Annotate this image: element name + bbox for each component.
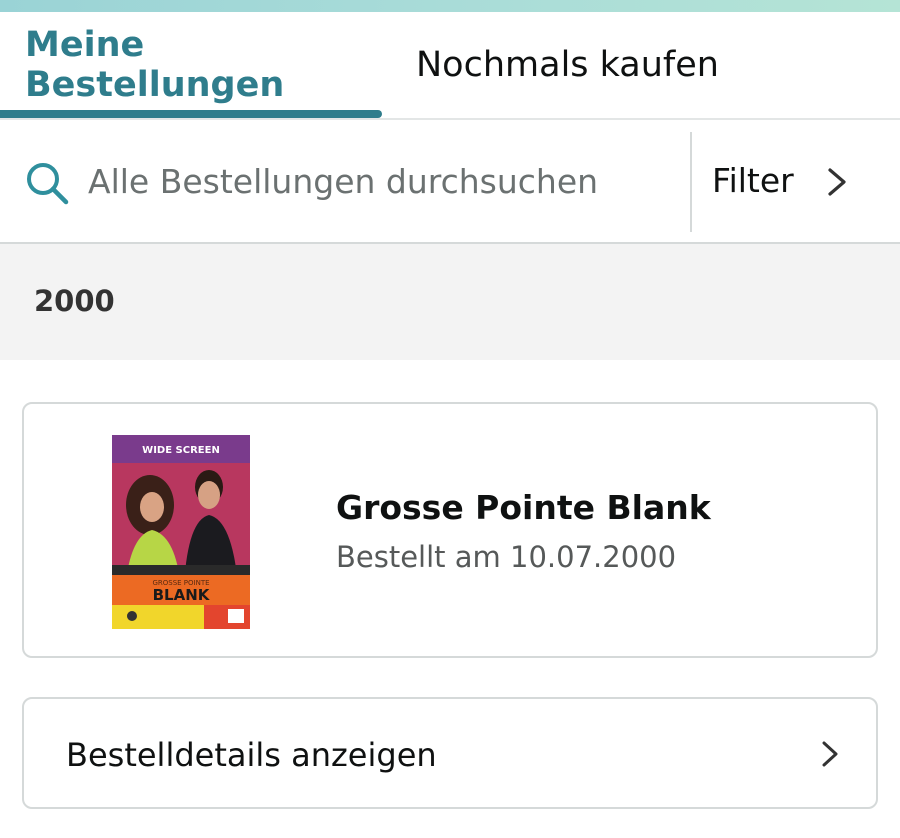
order-date: Bestellt am 10.07.2000 <box>336 540 677 574</box>
search-input[interactable] <box>88 150 678 212</box>
chevron-right-icon <box>822 741 838 767</box>
top-accent-bar <box>0 0 900 12</box>
cover-banner: WIDE SCREEN <box>142 445 220 456</box>
search-row: Filter <box>0 120 900 244</box>
order-tabs: Meine Bestellungen Nochmals kaufen <box>0 12 900 120</box>
year-label: 2000 <box>34 284 115 318</box>
active-tab-indicator <box>0 110 382 118</box>
filter-button[interactable]: Filter <box>692 120 900 242</box>
view-order-details-button[interactable]: Bestelldetails anzeigen <box>22 697 878 809</box>
view-order-details-label: Bestelldetails anzeigen <box>66 736 437 774</box>
product-title: Grosse Pointe Blank <box>336 488 711 527</box>
cover-title-line2: BLANK <box>153 586 211 604</box>
search-icon[interactable] <box>24 160 70 206</box>
tab-buy-again-label: Nochmals kaufen <box>416 45 719 85</box>
chevron-right-icon <box>828 168 846 196</box>
tab-my-orders[interactable]: Meine Bestellungen <box>25 12 382 118</box>
order-item-card[interactable]: WIDE SCREEN GROSSE POINTE BLANK Grosse P… <box>22 402 878 658</box>
tab-buy-again[interactable]: Nochmals kaufen <box>416 12 719 118</box>
year-group-header: 2000 <box>0 244 900 360</box>
filter-label: Filter <box>712 161 794 200</box>
product-image: WIDE SCREEN GROSSE POINTE BLANK <box>112 435 250 629</box>
tab-my-orders-label: Meine Bestellungen <box>25 25 285 105</box>
